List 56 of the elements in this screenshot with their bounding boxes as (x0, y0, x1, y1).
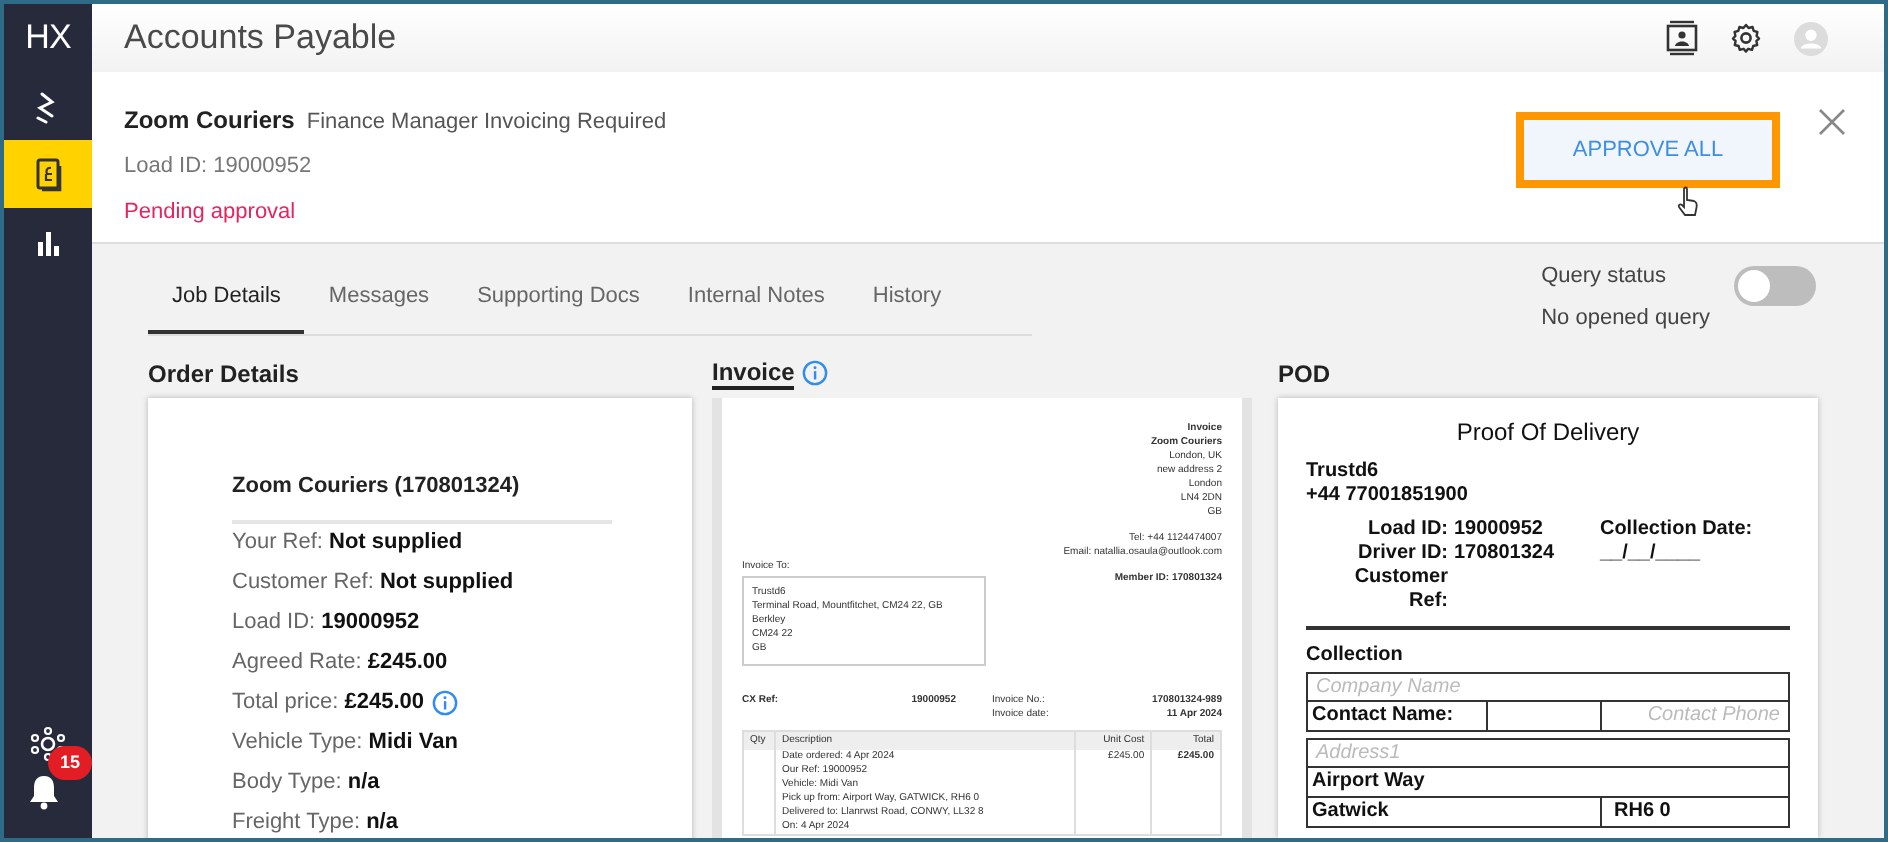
field-text: Freight Type: n/a (232, 808, 398, 838)
field-text: Customer Ref: Not supplied (232, 568, 514, 599)
pod-text: 170801324 (1454, 542, 1557, 566)
pod-text: Contact Name: (1308, 702, 1488, 730)
field-text: Vehicle Type: Midi Van (232, 728, 458, 759)
pod-text: Customer Ref: (1352, 566, 1450, 614)
section-title: Order Details (148, 358, 301, 390)
info-icon (432, 690, 459, 716)
settings-icon (1730, 22, 1762, 54)
pod-text: +44 77001851900 (1306, 484, 1470, 508)
pod-text: RH6 0 (1612, 798, 1673, 826)
logo: HX (25, 16, 71, 61)
pod-text: __/__/____ (1597, 542, 1703, 566)
close-icon (1818, 108, 1846, 136)
field-text: Agreed Rate: £245.00 (232, 648, 448, 679)
pod-text: Gatwick (1308, 798, 1602, 826)
company-name: Zoom Couriers (124, 104, 295, 138)
tab[interactable]: Internal Notes (663, 260, 849, 334)
form-prompt: Address1 (1308, 740, 1788, 768)
approve-all-button[interactable]: APPROVE ALL (1524, 120, 1772, 180)
query-toggle[interactable] (1734, 266, 1816, 306)
sidebar-item[interactable] (4, 140, 92, 208)
tab[interactable]: History (848, 260, 966, 334)
form-prompt: Company Name (1308, 674, 1788, 702)
field-text: Your Ref: Not supplied (232, 528, 463, 559)
pod-text: Driver ID: (1355, 542, 1450, 566)
load-id: Load ID: 19000952 (124, 151, 314, 181)
bell-icon (28, 774, 60, 810)
pod-text: Collection (1306, 642, 1405, 670)
id-card-icon (1666, 20, 1698, 56)
tab[interactable]: Supporting Docs (453, 260, 664, 334)
field-text: Total price: £245.00 (232, 688, 425, 719)
approval-status: Pending approval (124, 198, 298, 228)
section-title: POD (1278, 358, 1333, 390)
pod-title: Proof Of Delivery (1454, 416, 1642, 450)
pod-text: Trustd6 (1306, 460, 1381, 484)
pod-text: Collection Date: (1597, 518, 1755, 542)
order-heading: Zoom Couriers (170801324) (232, 470, 612, 523)
page-title: Accounts Payable (124, 16, 397, 61)
pod-text: 19000952 (1454, 518, 1545, 542)
pod-text: Airport Way (1308, 768, 1788, 798)
field-text: Load ID: 19000952 (232, 608, 420, 639)
form-prompt: Contact Phone (1645, 702, 1782, 730)
query-status-value: No opened query (1541, 303, 1710, 333)
status-label: Finance Manager Invoicing Required (306, 108, 667, 138)
avatar-icon (1794, 21, 1828, 55)
pod-text: Load ID: (1366, 518, 1450, 542)
pointer-hand-icon (1676, 186, 1700, 218)
tab[interactable]: Messages (304, 260, 454, 334)
close-button[interactable] (1816, 106, 1848, 138)
notification-badge: 15 (48, 746, 92, 780)
section-title: Invoice (712, 357, 795, 389)
query-status-label: Query status (1541, 262, 1668, 292)
field-text: Body Type: n/a (232, 768, 380, 799)
info-icon (802, 360, 829, 386)
tab[interactable]: Job Details (148, 260, 305, 334)
